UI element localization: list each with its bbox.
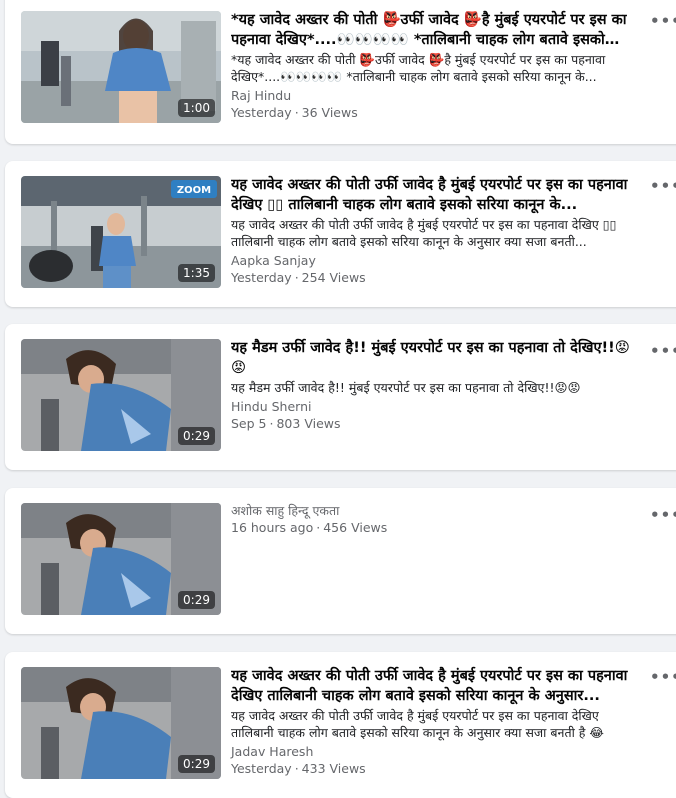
meta-separator: · xyxy=(294,105,299,120)
more-options-icon[interactable]: ••• xyxy=(650,670,676,685)
video-duration: 0:29 xyxy=(178,755,215,773)
video-post-card: 0:29 अशोक साहु हिन्दू एकता 16 hours ago ·… xyxy=(5,488,676,634)
post-date: Yesterday xyxy=(231,270,292,285)
video-title[interactable]: यह जावेद अख्तर की पोती उर्फी जावेद है मु… xyxy=(231,175,641,215)
more-options-icon[interactable]: ••• xyxy=(650,344,676,359)
meta-separator: · xyxy=(316,520,321,535)
post-info: यह जावेद अख्तर की पोती उर्फी जावेद है मु… xyxy=(231,666,641,777)
post-meta: Sep 5 · 803 Views xyxy=(231,415,641,432)
post-info: *यह जावेद अख्तर की पोती 👺उर्फी जावेद 👺है… xyxy=(231,10,641,121)
post-info: यह जावेद अख्तर की पोती उर्फी जावेद है मु… xyxy=(231,175,641,286)
video-post-card: 0:29 यह जावेद अख्तर की पोती उर्फी जावेद … xyxy=(5,652,676,798)
video-thumbnail[interactable]: 1:00 xyxy=(21,11,221,123)
view-count: 254 Views xyxy=(301,270,366,285)
video-title[interactable]: यह जावेद अख्तर की पोती उर्फी जावेद है मु… xyxy=(231,666,641,706)
video-thumbnail[interactable]: 0:29 xyxy=(21,503,221,615)
author-name[interactable]: Raj Hindu xyxy=(231,87,641,104)
video-description: यह जावेद अख्तर की पोती उर्फी जावेद है मु… xyxy=(231,217,617,249)
video-duration: 1:00 xyxy=(178,99,215,117)
video-post-card: 1:00 *यह जावेद अख्तर की पोती 👺उर्फी जावे… xyxy=(5,0,676,144)
more-options-icon[interactable]: ••• xyxy=(650,508,676,523)
post-date: Yesterday xyxy=(231,105,292,120)
video-description: *यह जावेद अख्तर की पोती 👺उर्फी जावेद 👺है… xyxy=(231,52,606,84)
video-duration: 0:29 xyxy=(178,591,215,609)
video-thumbnail[interactable]: 0:29 xyxy=(21,667,221,779)
video-duration: 0:29 xyxy=(178,427,215,445)
video-description: यह जावेद अख्तर की पोती उर्फी जावेद है मु… xyxy=(231,708,605,740)
author-name[interactable]: Aapka Sanjay xyxy=(231,252,641,269)
meta-separator: · xyxy=(294,270,299,285)
video-thumbnail[interactable]: 0:29 xyxy=(21,339,221,451)
video-description: यह मैडम उर्फी जावेद है!! मुंबई एयरपोर्ट … xyxy=(231,380,581,395)
video-duration: 1:35 xyxy=(178,264,215,282)
view-count: 803 Views xyxy=(276,416,341,431)
more-options-icon[interactable]: ••• xyxy=(650,14,676,29)
post-meta: Yesterday · 36 Views xyxy=(231,104,641,121)
more-options-icon[interactable]: ••• xyxy=(650,179,676,194)
post-info: यह मैडम उर्फी जावेद है!! मुंबई एयरपोर्ट … xyxy=(231,338,641,432)
view-count: 36 Views xyxy=(301,105,358,120)
author-name[interactable]: अशोक साहु हिन्दू एकता xyxy=(231,502,641,519)
video-thumbnail[interactable]: ZOOM 1:35 xyxy=(21,176,221,288)
author-name[interactable]: Jadav Haresh xyxy=(231,743,641,760)
thumbnail-logo: ZOOM xyxy=(177,185,211,196)
post-info: अशोक साहु हिन्दू एकता 16 hours ago · 456 V… xyxy=(231,502,641,536)
video-post-card: 0:29 यह मैडम उर्फी जावेद है!! मुंबई एयरप… xyxy=(5,324,676,470)
post-date: 16 hours ago xyxy=(231,520,314,535)
post-meta: Yesterday · 254 Views xyxy=(231,269,641,286)
author-name[interactable]: Hindu Sherni xyxy=(231,398,641,415)
video-title[interactable]: यह मैडम उर्फी जावेद है!! मुंबई एयरपोर्ट … xyxy=(231,338,641,378)
meta-separator: · xyxy=(269,416,274,431)
video-title[interactable]: *यह जावेद अख्तर की पोती 👺उर्फी जावेद 👺है… xyxy=(231,10,641,50)
post-meta: 16 hours ago · 456 Views xyxy=(231,519,641,536)
video-post-card: ZOOM 1:35 यह जावेद अख्तर की पोती उर्फी ज… xyxy=(5,161,676,307)
post-date: Sep 5 xyxy=(231,416,267,431)
view-count: 456 Views xyxy=(323,520,388,535)
